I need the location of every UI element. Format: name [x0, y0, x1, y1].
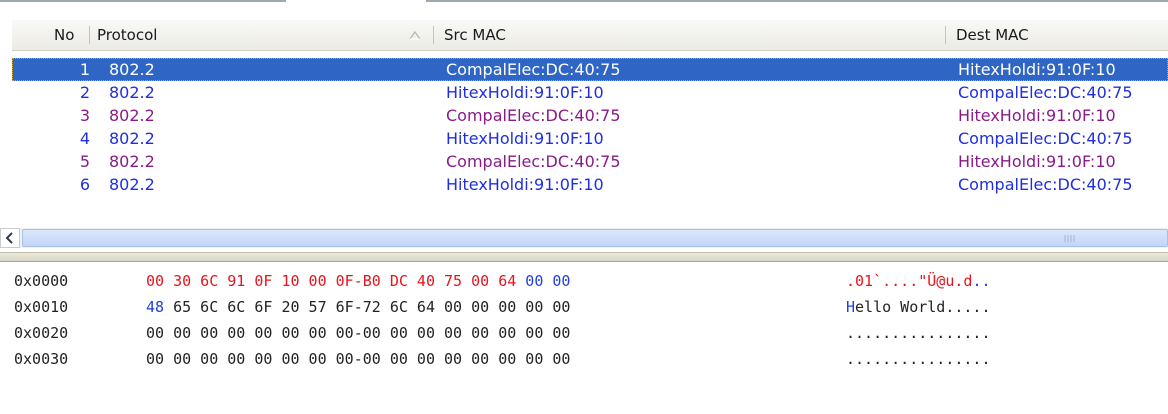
packet-dest-mac: CompalElec:DC:40:75 [958, 129, 1133, 148]
hex-offset: 0x0000 [14, 272, 69, 290]
packet-src-mac: HitexHoldi:91:0F:10 [446, 129, 604, 148]
horizontal-scrollbar[interactable] [0, 228, 1168, 248]
hex-byte-group: 48 [146, 298, 174, 316]
scroll-left-button[interactable] [0, 228, 20, 248]
hex-bytes[interactable]: 00 30 6C 91 0F 10 00 0F-B0 DC 40 75 00 6… [146, 268, 570, 294]
column-divider[interactable] [945, 26, 946, 44]
packet-src-mac: HitexHoldi:91:0F:10 [446, 175, 604, 194]
packet-protocol: 802.2 [109, 152, 155, 171]
pane-splitter[interactable] [0, 252, 1168, 262]
packet-row[interactable]: 1 802.2 CompalElec:DC:40:75 HitexHoldi:91:0… [12, 58, 1168, 81]
packet-protocol: 802.2 [109, 83, 155, 102]
packet-row[interactable]: 2 802.2 HitexHoldi:91:0F:10 CompalElec:DC:4… [12, 81, 1168, 104]
packet-no: 5 [79, 152, 90, 171]
hex-offset: 0x0010 [14, 298, 69, 316]
ascii-group: ................ [846, 350, 991, 368]
ascii-group: .. [972, 272, 991, 290]
hex-byte-group: 00 00 00 00 00 00 00 00-00 00 00 00 00 0… [146, 324, 571, 342]
packet-rows: 1 802.2 CompalElec:DC:40:75 HitexHoldi:91:0… [12, 58, 1168, 196]
packet-dest-mac: HitexHoldi:91:0F:10 [958, 106, 1116, 125]
hex-byte-group: 65 6C 6C 6F 20 57 6F-72 6C 64 00 00 00 0… [173, 298, 571, 316]
packet-no: 3 [79, 106, 90, 125]
packet-dest-mac: CompalElec:DC:40:75 [958, 175, 1133, 194]
chevron-left-icon [5, 232, 13, 244]
hex-ascii[interactable]: ................ [846, 346, 991, 372]
packet-src-mac: CompalElec:DC:40:75 [446, 106, 621, 125]
packet-row[interactable]: 5 802.2 CompalElec:DC:40:75 HitexHoldi:91:0… [12, 150, 1168, 173]
hex-offset: 0x0020 [14, 324, 69, 342]
packet-dest-mac: HitexHoldi:91:0F:10 [958, 152, 1116, 171]
hex-dump-pane: 0x0000 00 30 6C 91 0F 10 00 0F-B0 DC 40 7… [0, 262, 1168, 414]
packet-protocol: 802.2 [109, 175, 155, 194]
ascii-group: H [846, 298, 856, 316]
packet-protocol: 802.2 [109, 60, 155, 79]
hex-bytes[interactable]: 00 00 00 00 00 00 00 00-00 00 00 00 00 0… [146, 320, 570, 346]
packet-list-pane: No Protocol Src MAC Dest MAC 1 802.2 Compa… [0, 0, 1168, 264]
packet-no: 1 [79, 60, 90, 79]
packet-row[interactable]: 3 802.2 CompalElec:DC:40:75 HitexHoldi:91:0… [12, 104, 1168, 127]
column-header: No Protocol Src MAC Dest MAC [12, 20, 1168, 51]
packet-dest-mac: CompalElec:DC:40:75 [958, 83, 1133, 102]
pane-tab-gap [286, 0, 426, 2]
hex-byte-group: 00 30 6C 91 0F 10 00 0F-B0 DC 40 75 00 6… [146, 272, 526, 290]
packet-src-mac: CompalElec:DC:40:75 [446, 60, 621, 79]
hex-ascii[interactable]: ................ [846, 320, 991, 346]
sort-ascending-icon [409, 30, 421, 40]
packet-src-mac: HitexHoldi:91:0F:10 [446, 83, 604, 102]
column-header-src-mac[interactable]: Src MAC [444, 20, 506, 50]
packet-row[interactable]: 6 802.2 HitexHoldi:91:0F:10 CompalElec:DC:4… [12, 173, 1168, 196]
packet-no: 6 [79, 175, 90, 194]
column-divider[interactable] [89, 26, 90, 44]
ascii-group: .01`...."Ü@u.d [846, 272, 973, 290]
hex-offset: 0x0030 [14, 350, 69, 368]
ascii-group: ello World..... [855, 298, 991, 316]
grip-icon [1064, 235, 1075, 242]
packet-protocol: 802.2 [109, 106, 155, 125]
hex-byte-group: 00 00 00 00 00 00 00 00-00 00 00 00 00 0… [146, 350, 571, 368]
hex-ascii[interactable]: Hello World..... [846, 294, 991, 320]
column-header-no[interactable]: No [54, 20, 74, 50]
ascii-group: ................ [846, 324, 991, 342]
hex-byte-group: 00 00 [525, 272, 571, 290]
hex-bytes[interactable]: 00 00 00 00 00 00 00 00-00 00 00 00 00 0… [146, 346, 570, 372]
packet-no: 4 [79, 129, 90, 148]
column-header-protocol[interactable]: Protocol [97, 20, 157, 50]
column-divider[interactable] [433, 26, 434, 44]
packet-row[interactable]: 4 802.2 HitexHoldi:91:0F:10 CompalElec:DC:4… [12, 127, 1168, 150]
packet-protocol: 802.2 [109, 129, 155, 148]
hex-ascii[interactable]: .01`...."Ü@u.d.. [846, 268, 991, 294]
packet-src-mac: CompalElec:DC:40:75 [446, 152, 621, 171]
packet-dest-mac: HitexHoldi:91:0F:10 [958, 60, 1116, 79]
hex-bytes[interactable]: 48 65 6C 6C 6F 20 57 6F-72 6C 64 00 00 0… [146, 294, 570, 320]
column-header-dest-mac[interactable]: Dest MAC [956, 20, 1029, 50]
packet-no: 2 [79, 83, 90, 102]
scrollbar-thumb[interactable] [22, 229, 1168, 247]
